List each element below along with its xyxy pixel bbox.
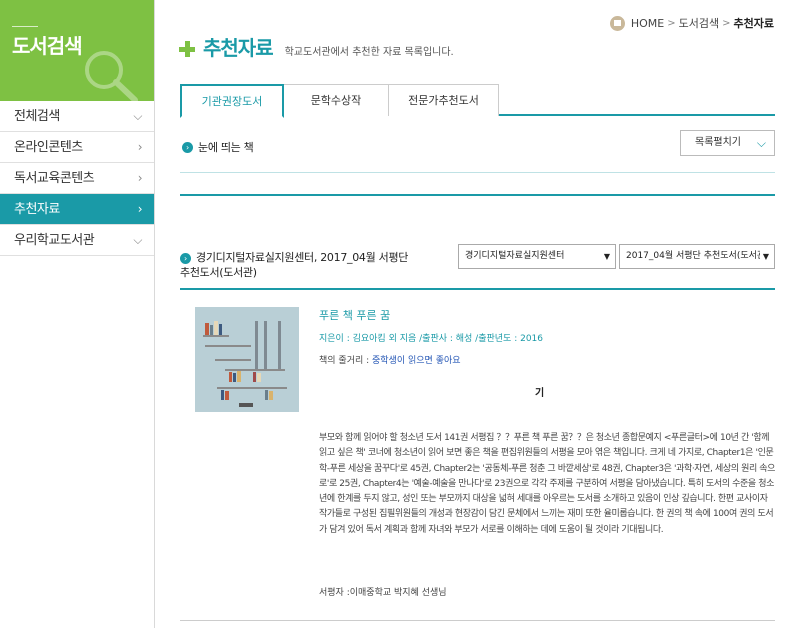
tab-institution-recommended[interactable]: 기관권장도서 (180, 84, 284, 118)
breadcrumb-separator: > (722, 17, 731, 29)
list-expand-label: 목록펼치기 (695, 137, 741, 148)
breadcrumb-separator: > (667, 17, 676, 29)
breadcrumb-level1[interactable]: 도서검색 (679, 15, 719, 31)
sidebar-item-online-content[interactable]: 온라인콘텐츠 › (0, 132, 154, 163)
sidebar-item-reading-education[interactable]: 독서교육콘텐츠 › (0, 163, 154, 194)
sidebar-item-our-library[interactable]: 우리학교도서관 ⌵ (0, 225, 154, 256)
divider (180, 194, 775, 196)
sidebar-item-label: 온라인콘텐츠 (14, 140, 83, 155)
book-section-mark: 기 (535, 388, 545, 399)
book-description: 부모와 함께 읽어야 할 청소년 도서 141권 서평집 ？？푸른 책 푸른 꿈… (319, 433, 776, 535)
book-reviewer: 서평자 :이매중학교 박지혜 선생님 (319, 588, 447, 598)
chevron-down-icon: ⌵ (756, 136, 766, 150)
tab-literary-awards[interactable]: 문학수상작 (283, 84, 389, 116)
caret-down-icon: ▼ (603, 252, 610, 261)
divider (180, 620, 775, 621)
chevron-down-icon: ⌵ (133, 109, 142, 123)
book-meta: 지은이 : 김요아킴 외 지음 /출판사 : 해성 /출판년도 : 2016 (319, 334, 543, 344)
sidebar-item-label: 전체검색 (14, 109, 60, 124)
sidebar-title: 도서검색 (12, 34, 83, 58)
institution-select-value: 경기디지털자료실지원센터 (465, 251, 565, 261)
chevron-right-icon: › (137, 140, 143, 154)
main-content: HOME > 도서검색 > 추천자료 추천자료 학교도서관에서 추천한 자료 목… (155, 0, 800, 628)
magnifier-icon (85, 51, 138, 101)
sidebar-item-label: 우리학교도서관 (14, 233, 95, 248)
breadcrumb-current: 추천자료 (733, 17, 774, 30)
sidebar-item-recommended[interactable]: 추천자료 › (0, 194, 154, 225)
sidebar-header: 도서검색 (0, 0, 154, 101)
list-expand-button[interactable]: 목록펼치기 ⌵ (680, 130, 775, 156)
caret-down-icon: ▼ (759, 245, 769, 268)
tab-expert-recommended[interactable]: 전문가추천도서 (388, 84, 499, 116)
breadcrumb: HOME > 도서검색 > 추천자료 (609, 15, 774, 31)
book-plot: 책의 줄거리 : 중학생이 읽으면 좋아요 (319, 353, 461, 366)
book-cover-image[interactable] (195, 307, 299, 412)
chevron-right-icon: › (137, 202, 143, 216)
book-plot-value: 중학생이 읽으면 좋아요 (372, 356, 461, 366)
list-select-value: 2017_04월 서평단 추천도서(도서관) (626, 251, 769, 261)
chevron-down-icon: ⌵ (133, 233, 142, 247)
sidebar: 도서검색 전체검색 ⌵ 온라인콘텐츠 › 독서교육콘텐츠 › 추천자료 › 우리… (0, 0, 155, 628)
page-description: 학교도서관에서 추천한 자료 목록입니다. (284, 47, 454, 58)
sidebar-item-label: 추천자료 (14, 202, 60, 217)
circle-arrow-icon: › (180, 252, 191, 264)
book-title-link[interactable]: 푸른 책 푸른 꿈 (319, 307, 390, 323)
section-label: 눈에 띄는 책 (198, 141, 254, 154)
divider (180, 172, 775, 173)
page-title: 추천자료 (203, 36, 274, 60)
list-title-text: 경기디지털자료실지원센터, 2017_04월 서평단 추천도서(도서관) (180, 251, 409, 279)
circle-arrow-icon: › (182, 141, 193, 153)
page-header: 추천자료 학교도서관에서 추천한 자료 목록입니다. (179, 32, 454, 61)
breadcrumb-home[interactable]: HOME (631, 17, 664, 30)
home-icon[interactable] (609, 15, 625, 31)
list-select[interactable]: 2017_04월 서평단 추천도서(도서관) ▼ (619, 244, 775, 269)
chevron-right-icon: › (137, 171, 143, 185)
tab-bar: 기관권장도서 문학수상작 전문가추천도서 (180, 84, 775, 118)
divider (180, 288, 775, 290)
section-list-title: › 경기디지털자료실지원센터, 2017_04월 서평단 추천도서(도서관) (180, 250, 412, 280)
plus-icon (179, 41, 195, 57)
sidebar-item-all-search[interactable]: 전체검색 ⌵ (0, 101, 154, 132)
institution-select[interactable]: 경기디지털자료실지원센터 ▼ (458, 244, 616, 269)
book-cover-illustration (195, 307, 299, 412)
header-decoration (12, 26, 38, 27)
sidebar-item-label: 독서교육콘텐츠 (14, 171, 95, 186)
book-plot-label: 책의 줄거리 : (319, 356, 373, 366)
section-featured-books: › 눈에 띄는 책 (182, 139, 254, 155)
